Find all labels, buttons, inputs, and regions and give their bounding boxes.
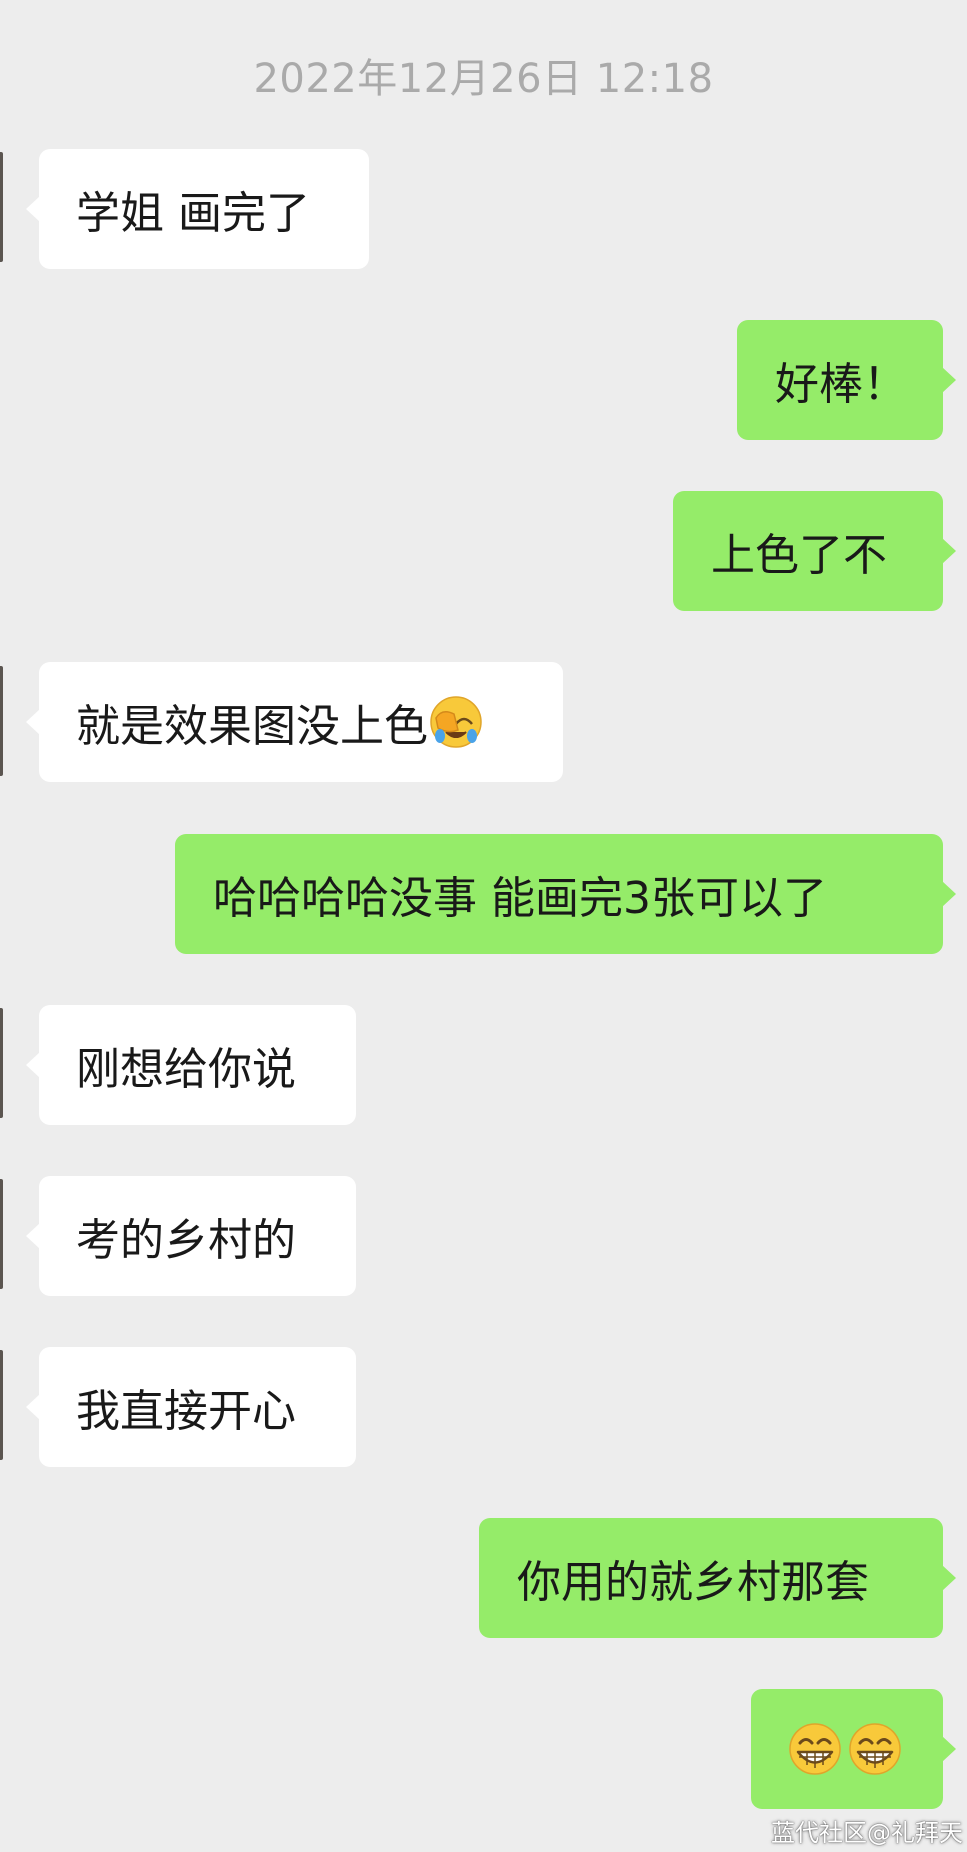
contact-avatar-edge[interactable] xyxy=(0,152,3,262)
contact-avatar-edge[interactable] xyxy=(0,1179,3,1289)
grinning-emoji-icon xyxy=(847,1721,903,1777)
message-bubble-incoming[interactable]: 刚想给你说 xyxy=(26,1005,356,1125)
message-bubble-outgoing[interactable] xyxy=(751,1689,956,1809)
facepalm-laughing-emoji-icon xyxy=(428,694,484,750)
message-bubble-outgoing[interactable]: 你用的就乡村那套 xyxy=(479,1518,956,1638)
contact-avatar-edge[interactable] xyxy=(0,666,3,776)
message-bubble-incoming[interactable]: 考的乡村的 xyxy=(26,1176,356,1296)
message-text: 我直接开心 xyxy=(76,1386,296,1437)
message-text: 上色了不 xyxy=(711,530,887,581)
message-text: 就是效果图没上色 xyxy=(76,701,428,752)
message-bubble-outgoing[interactable]: 好棒！ xyxy=(737,320,956,440)
message-text: 好棒！ xyxy=(775,359,907,410)
message-text: 学姐 画完了 xyxy=(76,188,310,239)
message-bubble-incoming[interactable]: 学姐 画完了 xyxy=(26,149,369,269)
message-text: 考的乡村的 xyxy=(76,1215,296,1266)
message-bubble-outgoing[interactable]: 上色了不 xyxy=(673,491,956,611)
message-bubble-incoming[interactable]: 就是效果图没上色 xyxy=(26,662,563,782)
grinning-emoji-icon xyxy=(787,1721,843,1777)
message-bubble-incoming[interactable]: 我直接开心 xyxy=(26,1347,356,1467)
message-text: 你用的就乡村那套 xyxy=(517,1557,869,1608)
message-text: 哈哈哈哈没事 能画完3张可以了 xyxy=(213,873,827,924)
chat-timestamp: 2022年12月26日 12:18 xyxy=(253,56,714,102)
watermark: 蓝代社区@礼拜天 xyxy=(771,1819,963,1847)
contact-avatar-edge[interactable] xyxy=(0,1008,3,1118)
contact-avatar-edge[interactable] xyxy=(0,1350,3,1460)
message-bubble-outgoing[interactable]: 哈哈哈哈没事 能画完3张可以了 xyxy=(175,834,956,954)
message-text: 刚想给你说 xyxy=(76,1044,296,1095)
